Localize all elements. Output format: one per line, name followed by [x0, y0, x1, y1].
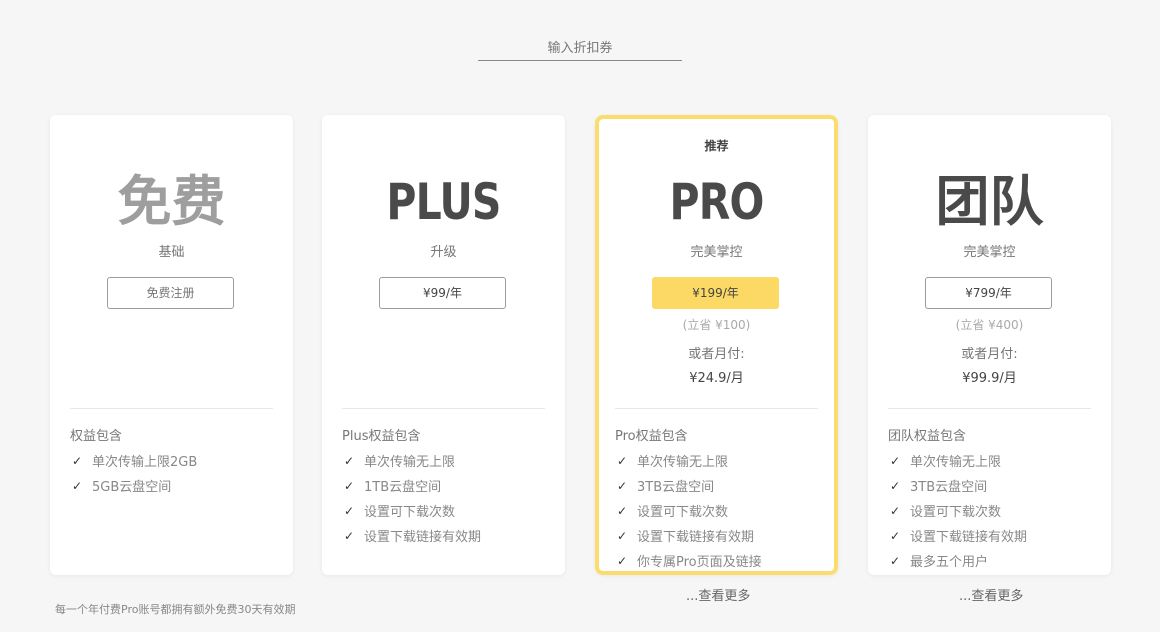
check-icon: ✓ — [344, 453, 355, 468]
check-icon: ✓ — [344, 528, 355, 543]
savings-text: (立省 ¥400) — [955, 318, 1024, 332]
monthly-price: ¥99.9/月 — [962, 371, 1017, 386]
feature-item: ✓ 设置可下载次数 — [344, 498, 481, 523]
divider — [70, 408, 273, 409]
feature-list: ✓ 单次传输无上限 ✓ 3TB云盘空间 ✓ 设置可下载次数 ✓ 设置下载链接有效期 ✓ 你… — [617, 448, 762, 573]
plan-name: PLUS — [386, 173, 501, 231]
feature-text: 你专属Pro页面及链接 — [637, 555, 762, 570]
plan-subtitle: 完美掌控 — [690, 245, 743, 260]
feature-item: ✓ 设置下载链接有效期 — [344, 523, 481, 548]
feature-list: ✓ 单次传输无上限 ✓ 3TB云盘空间 ✓ 设置可下载次数 ✓ 设置下载链接有效期 ✓ 最… — [890, 448, 1027, 573]
feature-text: 5GB云盘空间 — [92, 480, 172, 495]
feature-item: ✓ 单次传输无上限 — [617, 448, 762, 473]
feature-item: ✓ 设置可下载次数 — [890, 498, 1027, 523]
monthly-label: 或者月付: — [961, 347, 1018, 362]
feature-text: 设置下载链接有效期 — [910, 530, 1028, 545]
feature-item: ✓ 单次传输无上限 — [890, 448, 1027, 473]
coupon-input[interactable] — [478, 36, 682, 61]
feature-list: ✓ 单次传输无上限 ✓ 1TB云盘空间 ✓ 设置可下载次数 ✓ 设置下载链接有效期 — [344, 448, 481, 548]
team-buy-button[interactable]: ¥799/年 — [925, 277, 1052, 309]
check-icon: ✓ — [344, 503, 355, 518]
check-icon: ✓ — [890, 503, 901, 518]
divider — [342, 408, 545, 409]
feature-text: 设置下载链接有效期 — [364, 530, 482, 545]
check-icon: ✓ — [617, 528, 628, 543]
monthly-label: 或者月付: — [688, 347, 745, 362]
feature-item: ✓ 设置可下载次数 — [617, 498, 762, 523]
feature-text: 单次传输无上限 — [910, 455, 1002, 470]
divider — [888, 408, 1091, 409]
check-icon: ✓ — [617, 553, 628, 568]
check-icon: ✓ — [890, 528, 901, 543]
plan-subtitle: 升级 — [430, 245, 457, 260]
feature-text: 设置可下载次数 — [364, 505, 456, 520]
plan-name: 团队 — [935, 170, 1044, 233]
check-icon: ✓ — [617, 503, 628, 518]
recommended-badge: 推荐 — [704, 139, 729, 153]
features-title: Plus权益包含 — [342, 429, 421, 444]
footnote: 每一个年付费Pro账号都拥有额外免费30天有效期 — [55, 603, 296, 616]
feature-text: 3TB云盘空间 — [637, 480, 715, 495]
feature-text: 设置下载链接有效期 — [637, 530, 755, 545]
feature-text: 1TB云盘空间 — [364, 480, 442, 495]
savings-text: (立省 ¥100) — [682, 318, 751, 332]
plan-name: 免费 — [117, 170, 226, 233]
check-icon: ✓ — [890, 553, 901, 568]
check-icon: ✓ — [344, 478, 355, 493]
feature-item: ✓ 3TB云盘空间 — [890, 473, 1027, 498]
free-signup-button[interactable]: 免费注册 — [107, 277, 234, 309]
pro-buy-button[interactable]: ¥199/年 — [652, 277, 779, 309]
divider — [615, 408, 818, 409]
plan-card-team: 团队 完美掌控 ¥799/年 (立省 ¥400) 或者月付: ¥99.9/月 团… — [868, 115, 1111, 575]
feature-text: 单次传输无上限 — [637, 455, 729, 470]
pro-see-more-link[interactable]: ...查看更多 — [686, 585, 750, 604]
feature-list: ✓ 单次传输上限2GB ✓ 5GB云盘空间 — [72, 448, 197, 498]
plan-card-free: 免费 基础 免费注册 权益包含 ✓ 单次传输上限2GB ✓ 5GB云盘空间 — [50, 115, 293, 575]
check-icon: ✓ — [617, 453, 628, 468]
feature-item: ✓ 设置下载链接有效期 — [890, 523, 1027, 548]
feature-item: ✓ 单次传输上限2GB — [72, 448, 197, 473]
check-icon: ✓ — [890, 453, 901, 468]
plan-name: PRO — [669, 173, 764, 231]
plan-subtitle: 完美掌控 — [963, 245, 1016, 260]
features-title: Pro权益包含 — [615, 429, 688, 444]
feature-text: 3TB云盘空间 — [910, 480, 988, 495]
feature-item: ✓ 5GB云盘空间 — [72, 473, 197, 498]
features-title: 权益包含 — [70, 429, 123, 444]
check-icon: ✓ — [72, 478, 83, 493]
feature-text: 单次传输上限2GB — [92, 455, 198, 470]
feature-item: ✓ 单次传输无上限 — [344, 448, 481, 473]
features-title: 团队权益包含 — [888, 429, 967, 444]
team-see-more-link[interactable]: ...查看更多 — [959, 585, 1023, 604]
feature-text: 最多五个用户 — [910, 555, 989, 570]
feature-text: 设置可下载次数 — [910, 505, 1002, 520]
feature-item: ✓ 最多五个用户 — [890, 548, 1027, 573]
check-icon: ✓ — [72, 453, 83, 468]
feature-item: ✓ 你专属Pro页面及链接 — [617, 548, 762, 573]
check-icon: ✓ — [890, 478, 901, 493]
plan-card-pro: 推荐 PRO 完美掌控 ¥199/年 (立省 ¥100) 或者月付: ¥24.9… — [595, 115, 838, 575]
check-icon: ✓ — [617, 478, 628, 493]
feature-item: ✓ 1TB云盘空间 — [344, 473, 481, 498]
feature-item: ✓ 设置下载链接有效期 — [617, 523, 762, 548]
monthly-price: ¥24.9/月 — [689, 371, 744, 386]
feature-text: 单次传输无上限 — [364, 455, 456, 470]
plan-subtitle: 基础 — [158, 245, 185, 260]
feature-item: ✓ 3TB云盘空间 — [617, 473, 762, 498]
feature-text: 设置可下载次数 — [637, 505, 729, 520]
plus-buy-button[interactable]: ¥99/年 — [379, 277, 506, 309]
plan-card-plus: PLUS 升级 ¥99/年 Plus权益包含 ✓ 单次传输无上限 ✓ 1TB云盘空间… — [322, 115, 565, 575]
